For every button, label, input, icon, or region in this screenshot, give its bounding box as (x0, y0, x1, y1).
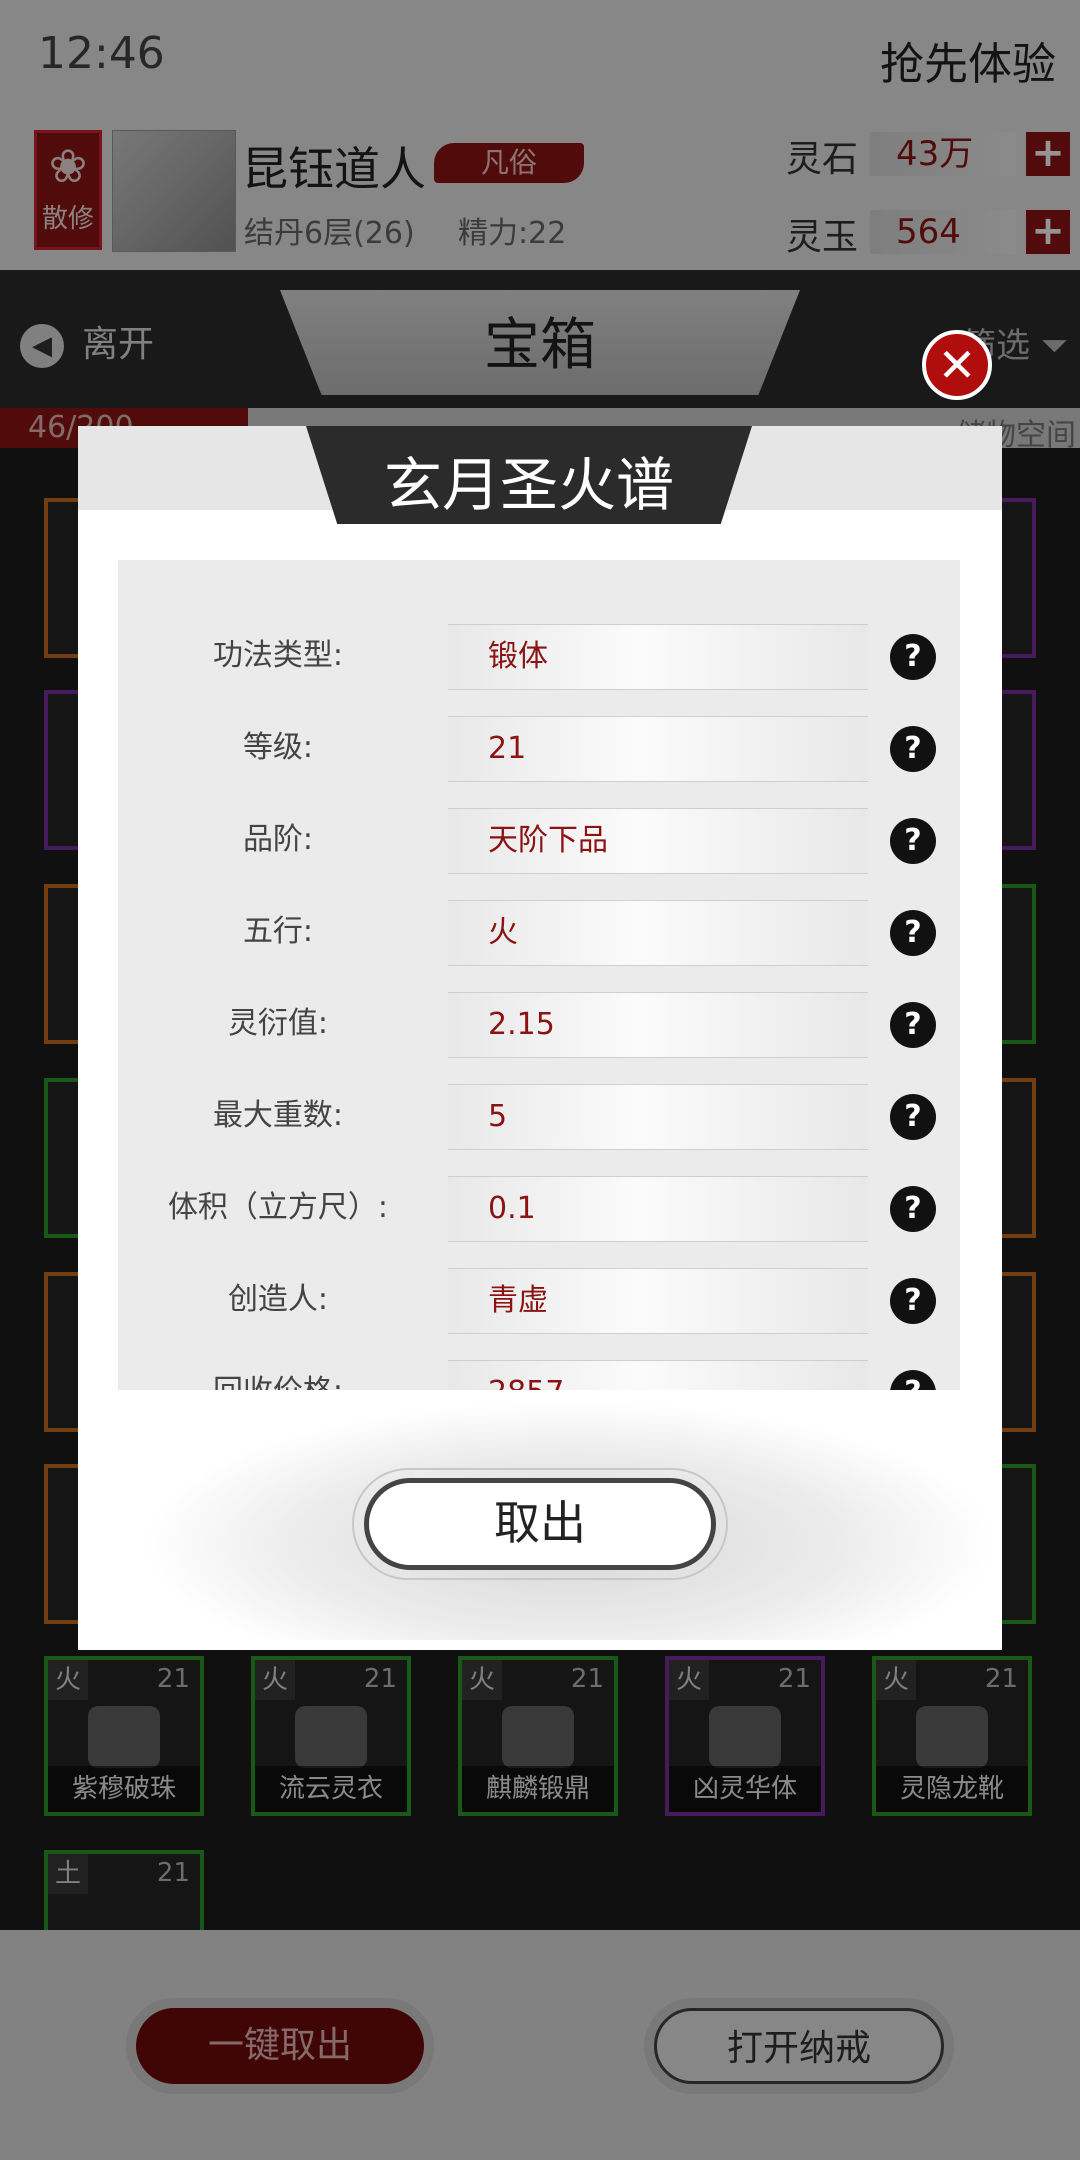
info-row: 回收价格: 2857 ? (118, 1346, 960, 1390)
info-label: 创造人: (227, 1282, 329, 1317)
info-value: 5 (488, 1099, 508, 1134)
close-button[interactable]: ✕ (922, 330, 992, 400)
info-label: 最大重数: (212, 1098, 344, 1133)
help-icon[interactable]: ? (890, 910, 936, 956)
info-value-box: 天阶下品 (448, 808, 868, 874)
info-value: 2.15 (488, 1007, 555, 1042)
info-label: 灵衍值: (227, 1006, 329, 1041)
info-row: 五行: 火 ? (118, 886, 960, 978)
info-value-box: 21 (448, 716, 868, 782)
info-panel[interactable]: 功法类型: 锻体 ? 等级: 21 ? 品阶: 天阶下品 ? 五行: 火 ? 灵… (118, 560, 960, 1390)
take-out-button[interactable]: 取出 (364, 1478, 716, 1570)
help-icon[interactable]: ? (890, 1094, 936, 1140)
info-label: 品阶: (242, 822, 314, 857)
info-value: 2857 (488, 1361, 564, 1390)
info-value: 21 (488, 731, 527, 766)
help-icon[interactable]: ? (890, 1278, 936, 1324)
info-row: 最大重数: 5 ? (118, 1070, 960, 1162)
info-row: 体积（立方尺）: 0.1 ? (118, 1162, 960, 1254)
info-row: 功法类型: 锻体 ? (118, 610, 960, 702)
info-row: 创造人: 青虚 ? (118, 1254, 960, 1346)
info-value: 天阶下品 (488, 823, 608, 858)
info-value-box: 锻体 (448, 624, 868, 690)
help-icon[interactable]: ? (890, 1186, 936, 1232)
help-icon[interactable]: ? (890, 1370, 936, 1390)
help-icon[interactable]: ? (890, 634, 936, 680)
info-label: 五行: (242, 914, 314, 949)
info-value: 火 (488, 915, 518, 950)
info-row: 灵衍值: 2.15 ? (118, 978, 960, 1070)
info-value-box: 2.15 (448, 992, 868, 1058)
help-icon[interactable]: ? (890, 818, 936, 864)
info-value-box: 火 (448, 900, 868, 966)
info-label: 功法类型: (212, 638, 344, 673)
info-row: 等级: 21 ? (118, 702, 960, 794)
info-value: 青虚 (488, 1283, 548, 1318)
info-value-box: 2857 (448, 1360, 868, 1390)
info-value-box: 青虚 (448, 1268, 868, 1334)
info-label: 回收价格: (118, 1346, 438, 1390)
info-value: 锻体 (488, 639, 548, 674)
dialog-title: 玄月圣火谱 (383, 451, 674, 519)
info-value-box: 5 (448, 1084, 868, 1150)
info-value-box: 0.1 (448, 1176, 868, 1242)
info-row: 品阶: 天阶下品 ? (118, 794, 960, 886)
help-icon[interactable]: ? (890, 726, 936, 772)
info-label: 体积（立方尺）: (167, 1190, 389, 1225)
help-icon[interactable]: ? (890, 1002, 936, 1048)
info-value: 0.1 (488, 1191, 536, 1226)
info-label: 等级: (242, 730, 314, 765)
